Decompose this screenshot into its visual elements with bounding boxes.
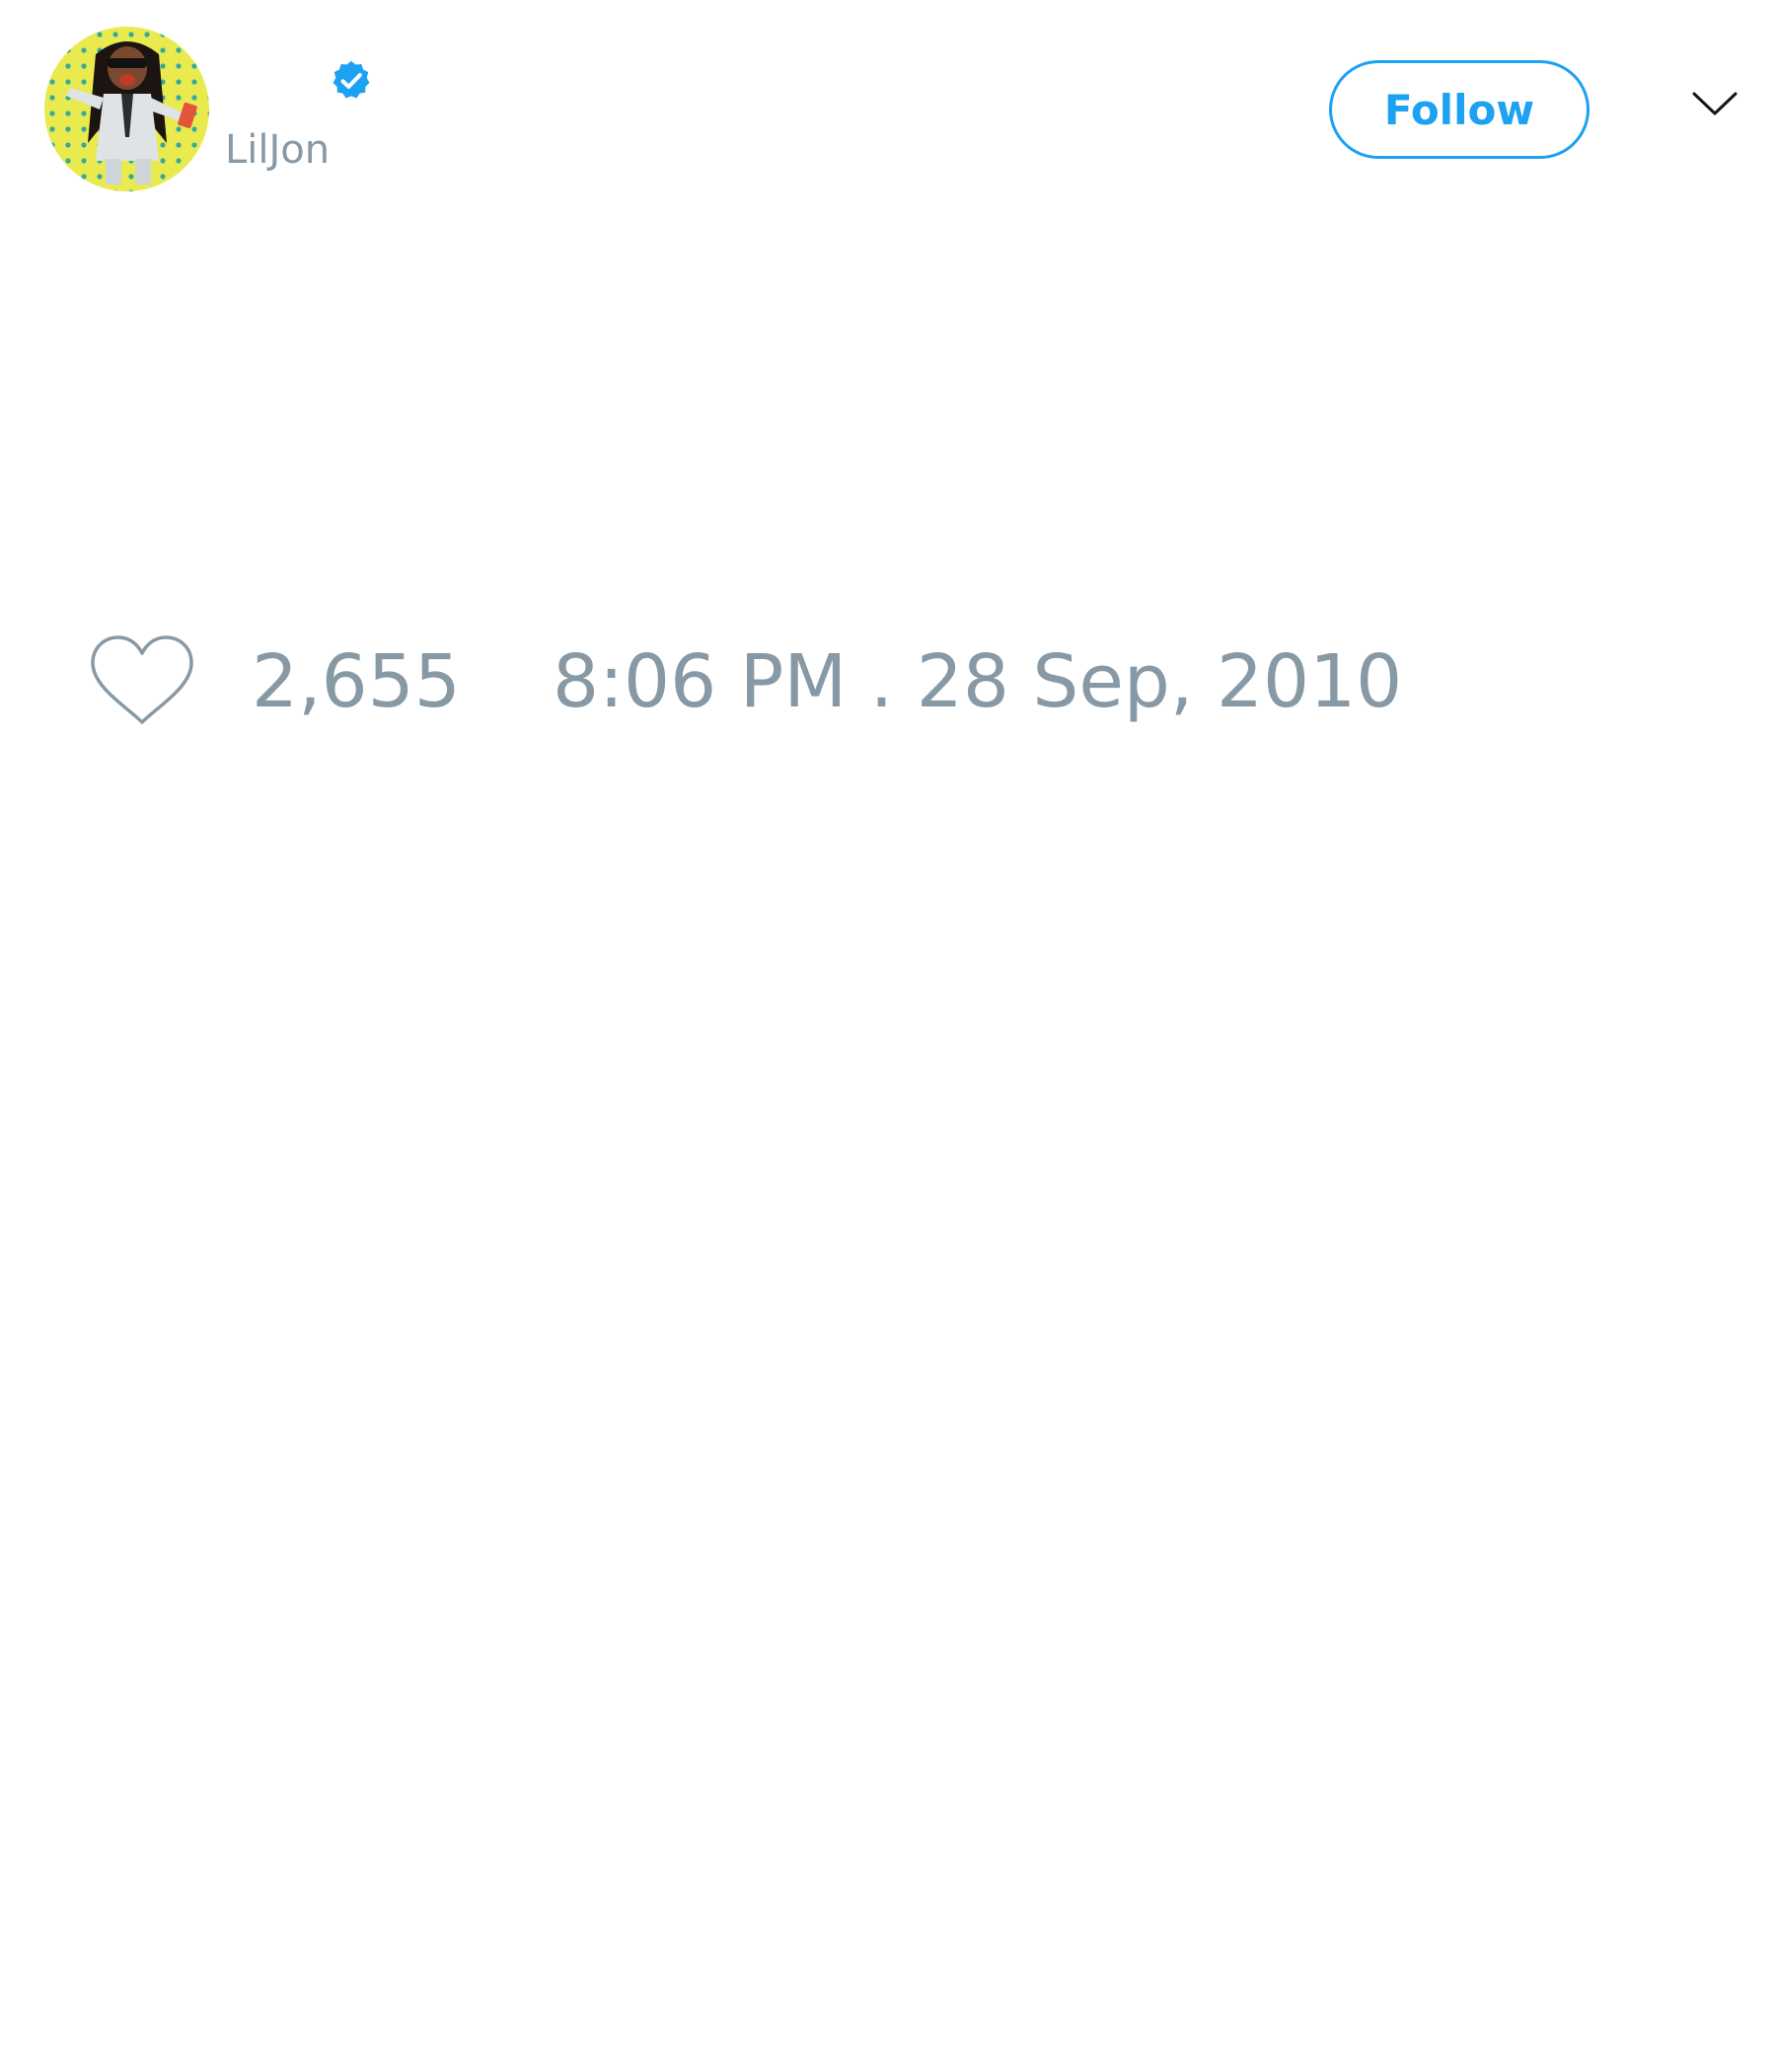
avatar-photo — [44, 27, 209, 191]
tweet-timestamp[interactable]: 8:06 PM . 28 Sep, 2010 — [553, 639, 1402, 724]
chevron-down-icon[interactable] — [1691, 89, 1739, 120]
follow-button[interactable]: Follow — [1329, 60, 1590, 159]
like-count: 2,655 — [252, 639, 461, 724]
heart-outline-icon[interactable] — [89, 633, 195, 728]
user-handle[interactable]: LilJon — [225, 126, 330, 174]
verified-badge-icon — [333, 60, 370, 99]
avatar[interactable] — [44, 27, 209, 191]
